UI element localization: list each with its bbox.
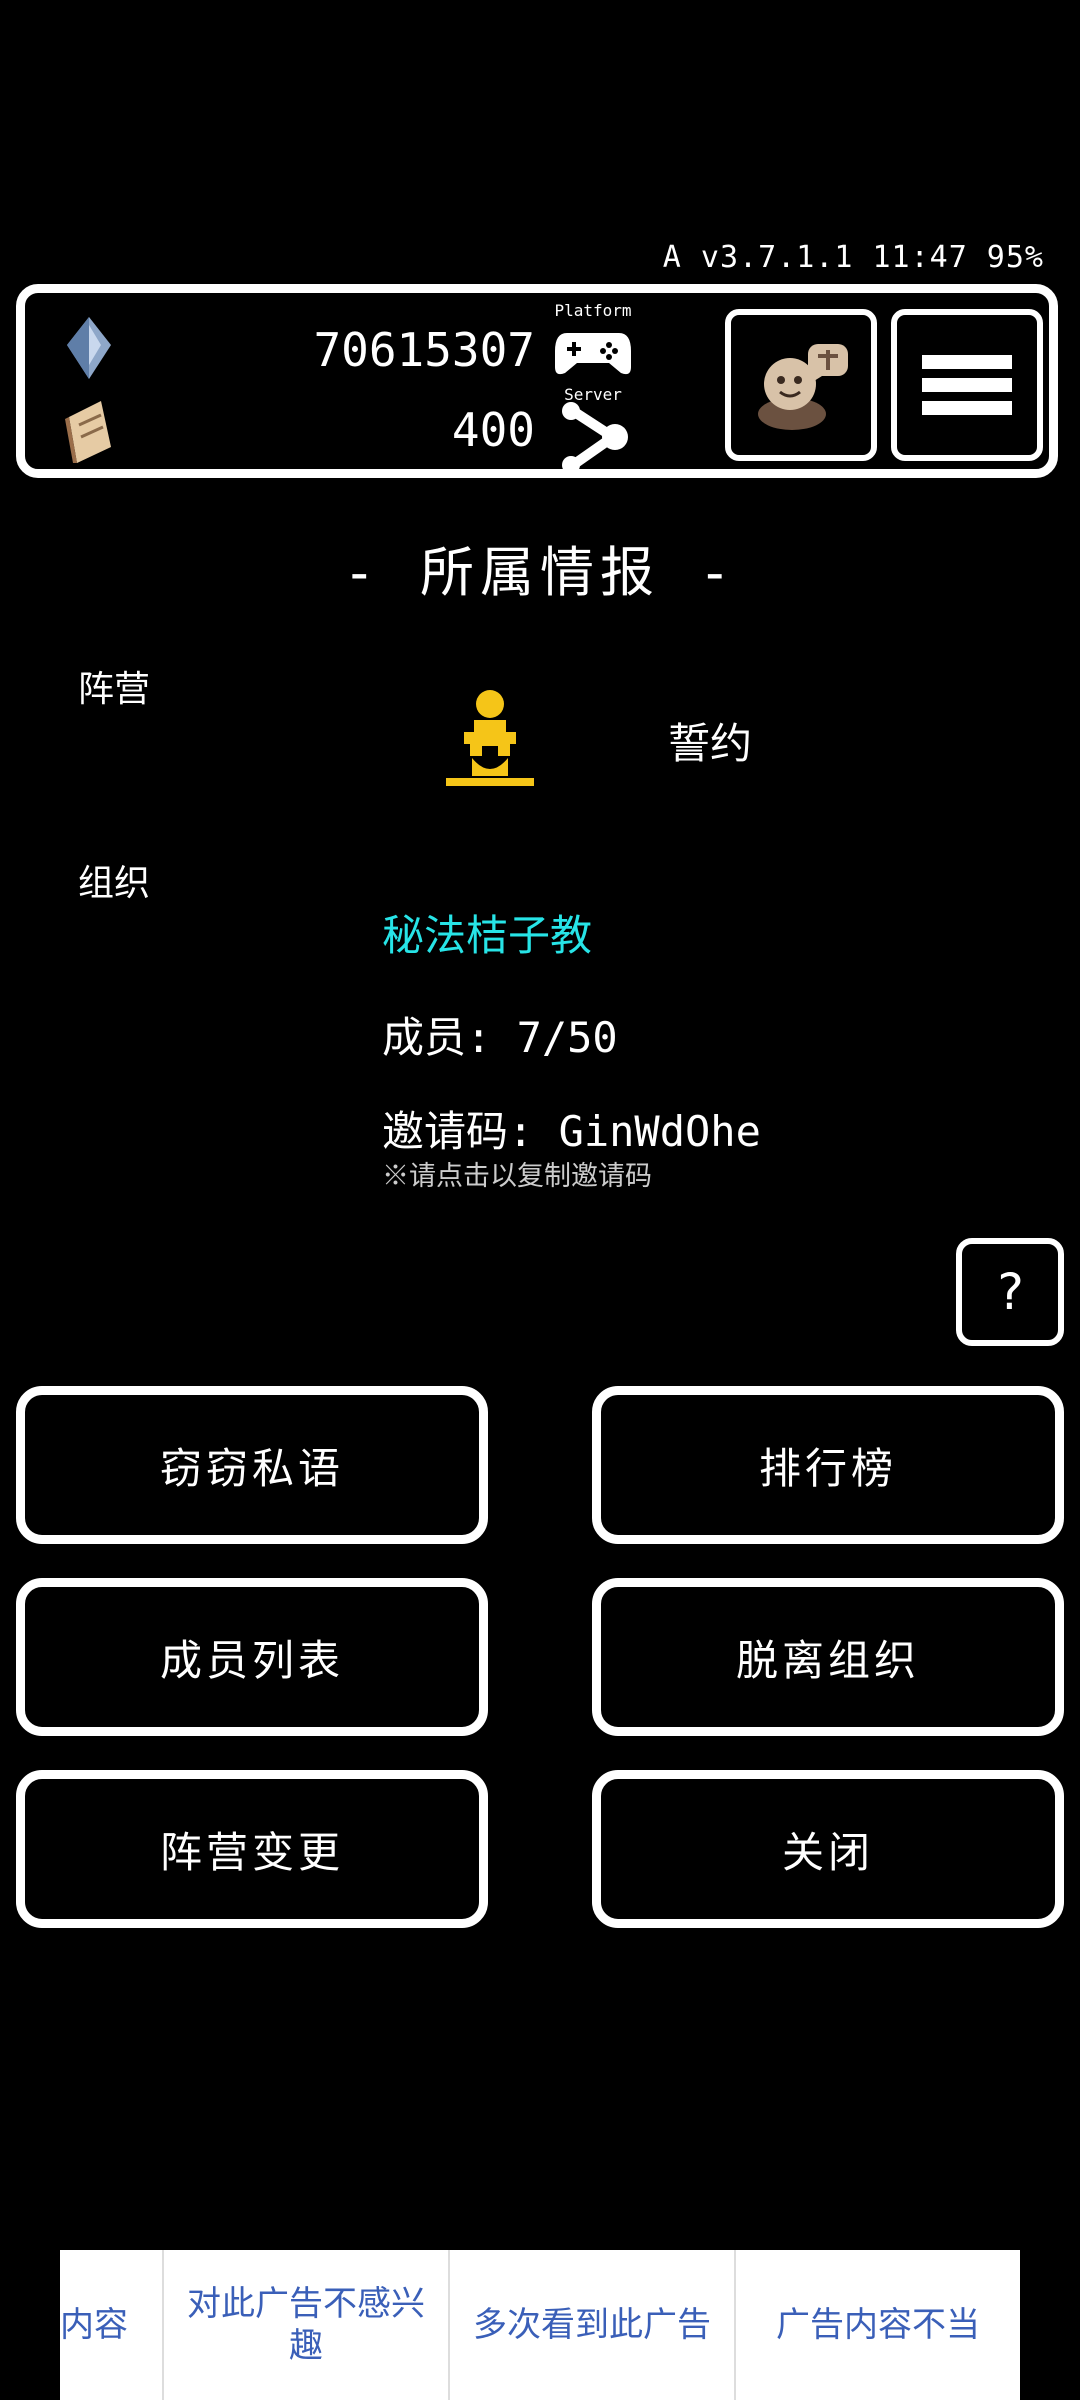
camp-value: 誓约 [668,719,753,768]
help-button[interactable]: ? [956,1238,1064,1346]
ad-feedback-bar: 内容 对此广告不感兴趣 多次看到此广告 广告内容不当 [60,2250,1020,2400]
ranking-button[interactable]: 排行榜 [592,1386,1064,1544]
organization-name: 秘法桔子教 [382,911,593,960]
ad-feedback-option[interactable]: 多次看到此广告 [450,2250,736,2400]
whisper-button[interactable]: 窃窃私语 [16,1386,488,1544]
platform-label: Platform [554,301,632,320]
copy-hint: ※请点击以复制邀请码 [382,1161,652,1192]
ad-feedback-option[interactable]: 广告内容不当 [736,2250,1020,2400]
member-count: 成员: 7/50 [382,1013,618,1062]
ad-feedback-option[interactable]: 内容 [60,2250,164,2400]
member-list-button[interactable]: 成员列表 [16,1578,488,1736]
leave-organization-button[interactable]: 脱离组织 [592,1578,1064,1736]
gems-count: 70615307 [313,323,535,377]
camp-label: 阵营 [78,669,151,710]
character-chat-icon [758,344,848,430]
camp-emblem-icon [446,690,534,786]
close-button[interactable]: 关闭 [592,1770,1064,1928]
crystal-icon [67,317,111,379]
chat-button[interactable] [725,309,877,461]
scrolls-count: 400 [451,403,535,457]
ad-feedback-option[interactable]: 对此广告不感兴趣 [164,2250,450,2400]
camp-change-button[interactable]: 阵营变更 [16,1770,488,1928]
status-bar-text: A v3.7.1.1 11:47 95% [662,240,1044,275]
organization-label: 组织 [78,863,151,904]
resource-panel: 70615307 400 Platform Server [16,284,1058,478]
gamepad-icon[interactable] [553,327,633,379]
invite-code[interactable]: 邀请码: GinWdOhe [382,1098,761,1159]
page-title: - 所属情报 - [342,541,738,604]
hamburger-icon [922,346,1012,424]
scroll-icon [65,401,111,463]
share-server-icon[interactable] [559,401,629,475]
menu-button[interactable] [891,309,1043,461]
